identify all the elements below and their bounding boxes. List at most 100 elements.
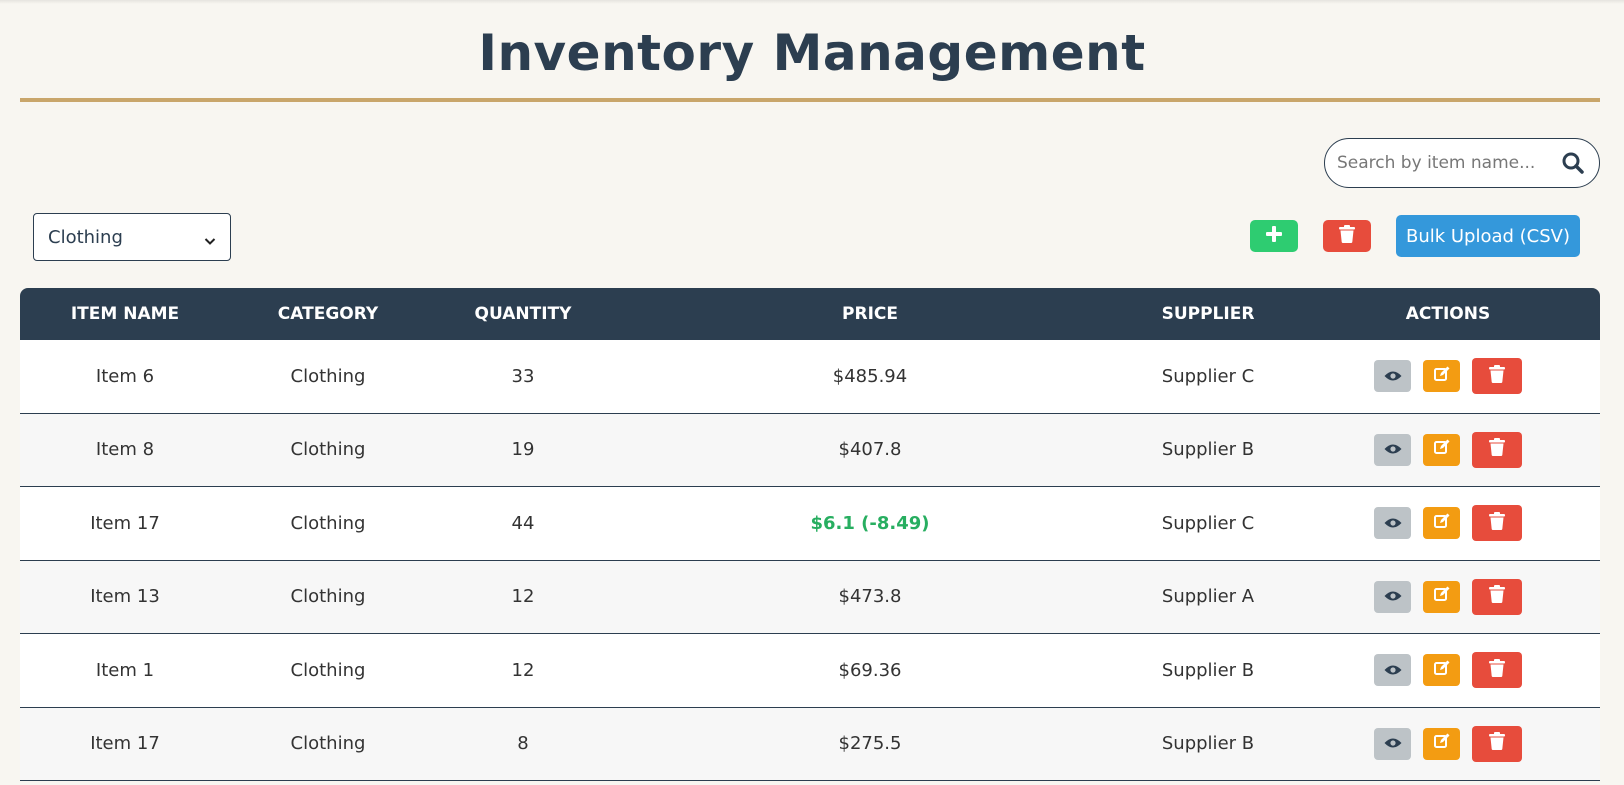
- view-button[interactable]: [1374, 654, 1411, 687]
- eye-icon: [1384, 513, 1402, 534]
- view-button[interactable]: [1374, 580, 1411, 613]
- eye-icon: [1384, 733, 1402, 754]
- edit-button[interactable]: [1423, 580, 1460, 613]
- plus-icon: [1265, 225, 1283, 247]
- table-row: Item 13 Clothing 12 $473.8 Supplier A: [20, 560, 1600, 634]
- row-actions: [1296, 725, 1600, 762]
- cell-item-name: Item 17: [90, 512, 160, 534]
- cell-price: $407.8: [838, 439, 902, 461]
- cell-supplier: Supplier A: [1161, 586, 1255, 608]
- add-item-button[interactable]: [1250, 220, 1298, 252]
- title-divider: [20, 98, 1600, 102]
- edit-button[interactable]: [1423, 433, 1460, 466]
- edit-button[interactable]: [1423, 727, 1460, 760]
- trash-icon: [1489, 732, 1505, 755]
- trash-icon: [1489, 511, 1505, 535]
- table-row: Item 17 Clothing 8 $275.5 Supplier B: [20, 707, 1600, 781]
- header-supplier[interactable]: SUPPLIER: [1120, 304, 1296, 324]
- trash-icon: [1489, 364, 1505, 388]
- cell-item-name: Item 8: [95, 439, 155, 461]
- cell-price: $69.36: [838, 659, 902, 681]
- cell-item-name: Item 1: [95, 659, 155, 681]
- edit-icon: [1433, 513, 1450, 534]
- header-actions: ACTIONS: [1405, 304, 1491, 324]
- category-select-value: Clothing: [48, 226, 123, 248]
- delete-selected-button[interactable]: [1323, 220, 1371, 252]
- view-button[interactable]: [1374, 507, 1411, 540]
- edit-button[interactable]: [1423, 360, 1460, 393]
- trash-icon: [1489, 585, 1505, 608]
- view-button[interactable]: [1374, 727, 1411, 760]
- edit-icon: [1433, 366, 1450, 387]
- header-quantity[interactable]: QUANTITY: [426, 304, 620, 324]
- cell-category: Clothing: [290, 365, 366, 387]
- delete-button[interactable]: [1472, 505, 1522, 542]
- row-actions: [1296, 358, 1600, 395]
- cell-category: Clothing: [290, 439, 366, 461]
- trash-icon: [1339, 225, 1355, 247]
- eye-icon: [1384, 660, 1402, 681]
- delete-button[interactable]: [1472, 725, 1522, 762]
- cell-category: Clothing: [290, 586, 366, 608]
- page-title: Inventory Management: [478, 24, 1146, 82]
- top-shadow: [0, 0, 1624, 4]
- search-icon[interactable]: [1561, 151, 1585, 175]
- cell-supplier: Supplier B: [1161, 733, 1255, 755]
- delete-button[interactable]: [1472, 358, 1522, 395]
- view-button[interactable]: [1374, 360, 1411, 393]
- cell-price: $485.94: [832, 365, 908, 387]
- inventory-table: ITEM NAME CATEGORY QUANTITY PRICE SUPPLI…: [20, 288, 1600, 781]
- cell-quantity: 44: [511, 512, 535, 534]
- cell-item-name: Item 17: [90, 733, 160, 755]
- row-actions: [1296, 431, 1600, 468]
- chevron-down-icon: [204, 231, 216, 245]
- cell-supplier: Supplier B: [1161, 439, 1255, 461]
- trash-icon: [1489, 658, 1505, 682]
- table-row: Item 6 Clothing 33 $485.94 Supplier C: [20, 340, 1600, 414]
- trash-icon: [1489, 438, 1505, 461]
- header-item-name[interactable]: ITEM NAME: [20, 304, 230, 324]
- row-actions: [1296, 578, 1600, 615]
- cell-category: Clothing: [290, 659, 366, 681]
- view-button[interactable]: [1374, 433, 1411, 466]
- cell-quantity: 33: [511, 365, 535, 387]
- cell-quantity: 8: [517, 733, 529, 755]
- edit-icon: [1433, 439, 1450, 460]
- cell-quantity: 12: [511, 586, 535, 608]
- eye-icon: [1384, 366, 1402, 387]
- row-actions: [1296, 505, 1600, 542]
- cell-supplier: Supplier C: [1161, 365, 1255, 387]
- edit-icon: [1433, 660, 1450, 681]
- inventory-page: Inventory Management Clothing: [0, 0, 1624, 785]
- table-row: Item 17 Clothing 44 $6.1 (-8.49) Supplie…: [20, 487, 1600, 561]
- cell-price-discounted: $6.1 (-8.49): [810, 512, 930, 534]
- edit-button[interactable]: [1423, 507, 1460, 540]
- cell-price: $275.5: [838, 733, 902, 755]
- cell-category: Clothing: [290, 733, 366, 755]
- search-input[interactable]: [1337, 147, 1557, 179]
- delete-button[interactable]: [1472, 431, 1522, 468]
- header-category[interactable]: CATEGORY: [230, 304, 426, 324]
- delete-button[interactable]: [1472, 652, 1522, 689]
- cell-supplier: Supplier B: [1161, 659, 1255, 681]
- bulk-upload-button[interactable]: Bulk Upload (CSV): [1396, 215, 1580, 257]
- cell-item-name: Item 13: [90, 586, 160, 608]
- table-row: Item 1 Clothing 12 $69.36 Supplier B: [20, 634, 1600, 708]
- search-box[interactable]: [1324, 138, 1600, 188]
- cell-item-name: Item 6: [95, 365, 155, 387]
- edit-icon: [1433, 586, 1450, 607]
- row-actions: [1296, 652, 1600, 689]
- eye-icon: [1384, 439, 1402, 460]
- eye-icon: [1384, 586, 1402, 607]
- delete-button[interactable]: [1472, 578, 1522, 615]
- cell-quantity: 19: [511, 439, 535, 461]
- header-price[interactable]: PRICE: [620, 304, 1120, 324]
- cell-quantity: 12: [511, 659, 535, 681]
- cell-supplier: Supplier C: [1161, 512, 1255, 534]
- table-row: Item 8 Clothing 19 $407.8 Supplier B: [20, 413, 1600, 487]
- cell-price: $473.8: [838, 586, 902, 608]
- table-header: ITEM NAME CATEGORY QUANTITY PRICE SUPPLI…: [20, 288, 1600, 340]
- category-select[interactable]: Clothing: [33, 213, 231, 261]
- edit-button[interactable]: [1423, 654, 1460, 687]
- edit-icon: [1433, 733, 1450, 754]
